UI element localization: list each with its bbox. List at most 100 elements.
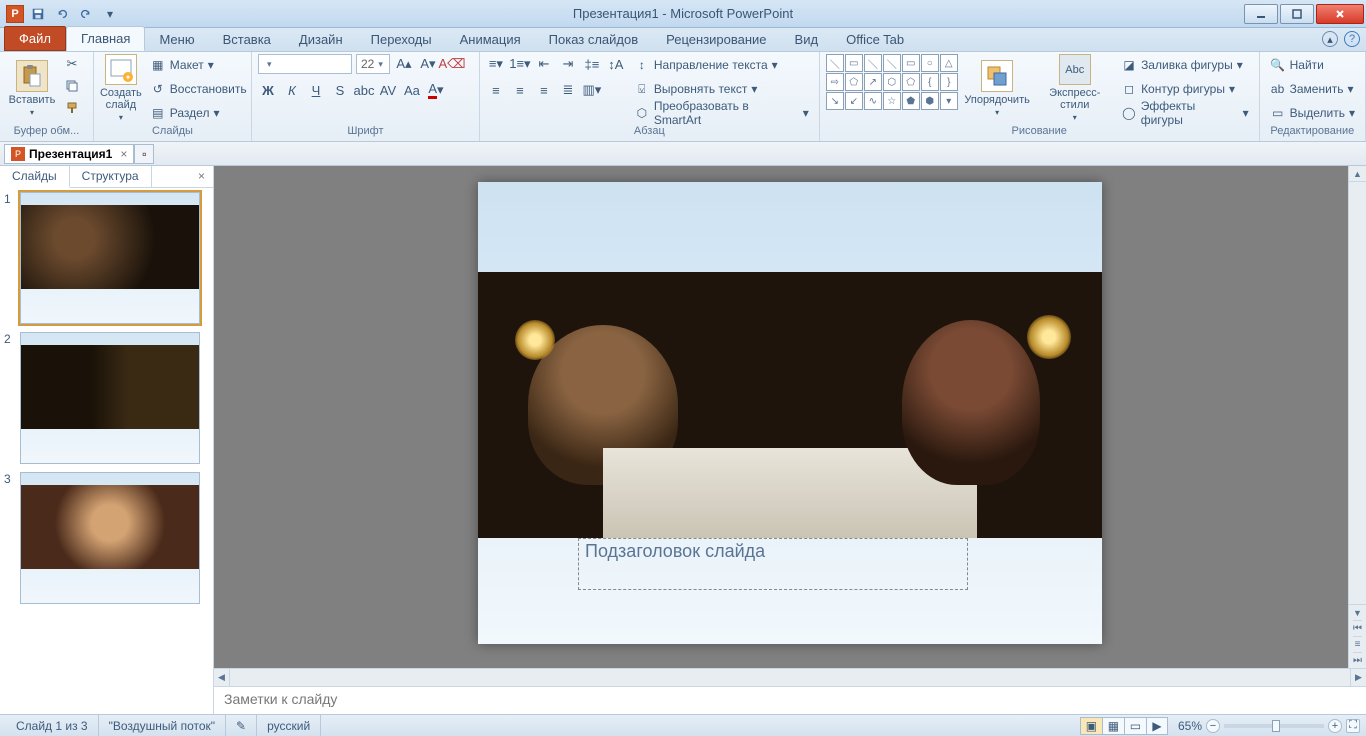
zoom-in-icon[interactable]: + (1328, 719, 1342, 733)
tab-animation[interactable]: Анимация (446, 28, 535, 51)
paste-button[interactable]: Вставить ▾ (6, 54, 58, 122)
replace-button[interactable]: abЗаменить ▾ (1266, 78, 1359, 100)
status-language[interactable]: русский (257, 715, 321, 736)
panel-close-icon[interactable]: × (190, 166, 213, 187)
format-painter-icon[interactable] (62, 98, 82, 118)
thumbnail-3[interactable]: 3 (4, 472, 209, 604)
shape-outline-button[interactable]: ◻Контур фигуры ▾ (1117, 78, 1253, 100)
strike-icon[interactable]: S (330, 80, 350, 100)
shape-effects-button[interactable]: ◯Эффекты фигуры ▾ (1117, 102, 1253, 124)
find-button[interactable]: 🔍Найти (1266, 54, 1359, 76)
notes-pane[interactable]: Заметки к слайду (214, 686, 1366, 714)
case-icon[interactable]: Aa (402, 80, 422, 100)
tab-home[interactable]: Главная (66, 26, 145, 51)
justify-icon[interactable]: ≣ (558, 80, 578, 100)
subtitle-placeholder[interactable]: Подзаголовок слайда (578, 538, 968, 590)
undo-icon[interactable] (52, 4, 72, 24)
view-reading-icon[interactable]: ▭ (1124, 717, 1146, 735)
smartart-button[interactable]: ⬡Преобразовать в SmartArt ▾ (630, 102, 813, 124)
shapes-gallery[interactable]: ＼▭＼＼▭○△ ⇨⬠↗⬡⬠{} ↘↙∿☆⬟⬢▾ (826, 54, 958, 110)
save-icon[interactable] (28, 4, 48, 24)
panel-tab-outline[interactable]: Структура (70, 166, 152, 187)
tab-file[interactable]: Файл (4, 26, 66, 51)
next-slide-icon[interactable]: ⏭ (1353, 652, 1362, 668)
outdent-icon[interactable]: ⇤ (534, 54, 554, 74)
panel-tab-slides[interactable]: Слайды (0, 166, 70, 188)
quick-styles-button[interactable]: Abc Экспресс-стили▾ (1036, 54, 1113, 122)
scroll-up-icon[interactable]: ▲ (1349, 166, 1366, 182)
numbering-icon[interactable]: 1≡▾ (510, 54, 530, 74)
thumbnail-1[interactable]: 1 (4, 192, 209, 324)
section-button[interactable]: ▤Раздел ▾ (146, 102, 251, 124)
zoom-out-icon[interactable]: − (1206, 719, 1220, 733)
fit-window-icon[interactable]: ⛶ (1346, 719, 1360, 733)
tab-menu[interactable]: Меню (145, 28, 208, 51)
new-slide-button[interactable]: ✦ Создать слайд ▾ (100, 54, 142, 122)
align-right-icon[interactable]: ≡ (534, 80, 554, 100)
minimize-button[interactable] (1244, 4, 1278, 24)
cut-icon[interactable]: ✂ (62, 54, 82, 74)
close-tab-icon[interactable]: × (120, 147, 127, 161)
tab-transitions[interactable]: Переходы (357, 28, 446, 51)
zoom-percent[interactable]: 65% (1178, 719, 1202, 733)
vertical-scrollbar[interactable]: ▲ ▼ ⏮≡⏭ (1348, 166, 1366, 668)
scroll-left-icon[interactable]: ◀ (214, 669, 230, 686)
view-normal-icon[interactable]: ▣ (1080, 717, 1102, 735)
indent-icon[interactable]: ⇥ (558, 54, 578, 74)
prev-slide-icon[interactable]: ⏮ (1353, 620, 1362, 636)
font-family-combo[interactable] (258, 54, 352, 74)
status-theme[interactable]: "Воздушный поток" (99, 715, 226, 736)
scroll-right-icon[interactable]: ▶ (1350, 669, 1366, 686)
tab-officetab[interactable]: Office Tab (832, 28, 918, 51)
redo-icon[interactable] (76, 4, 96, 24)
nav-menu-icon[interactable]: ≡ (1353, 636, 1362, 652)
arrange-button[interactable]: Упорядочить▾ (962, 54, 1033, 122)
spacing-icon[interactable]: AV (378, 80, 398, 100)
shadow-icon[interactable]: abc (354, 80, 374, 100)
app-icon[interactable]: P (6, 5, 24, 23)
tab-review[interactable]: Рецензирование (652, 28, 780, 51)
reset-button[interactable]: ↺Восстановить (146, 78, 251, 100)
scroll-down-icon[interactable]: ▼ (1349, 604, 1366, 620)
columns-icon[interactable]: ▥▾ (582, 80, 602, 100)
status-slide-info[interactable]: Слайд 1 из 3 (6, 715, 99, 736)
slide-canvas[interactable]: Подзаголовок слайда ▲ ▼ ⏮≡⏭ (214, 166, 1366, 668)
tab-insert[interactable]: Вставка (209, 28, 285, 51)
align-text-button[interactable]: ⍌Выровнять текст ▾ (630, 78, 813, 100)
copy-icon[interactable] (62, 76, 82, 96)
underline-icon[interactable]: Ч (306, 80, 326, 100)
select-button[interactable]: ▭Выделить ▾ (1266, 102, 1359, 124)
thumbnail-2[interactable]: 2 (4, 332, 209, 464)
shape-fill-button[interactable]: ◪Заливка фигуры ▾ (1117, 54, 1253, 76)
slide-image[interactable] (478, 272, 1102, 538)
help-icon[interactable]: ? (1344, 31, 1360, 47)
status-spellcheck[interactable]: ✎ (226, 715, 257, 736)
zoom-slider[interactable] (1224, 724, 1324, 728)
clear-format-icon[interactable]: A⌫ (442, 54, 462, 74)
ribbon-minimize-icon[interactable]: ▴ (1322, 31, 1338, 47)
font-color-icon[interactable]: A▾ (426, 80, 446, 100)
document-tab[interactable]: P Презентация1 × (4, 144, 134, 164)
close-button[interactable] (1316, 4, 1364, 24)
view-slideshow-icon[interactable]: ▶ (1146, 717, 1168, 735)
horizontal-scrollbar[interactable]: ◀▶ (214, 668, 1366, 686)
new-doc-tab[interactable]: ▫ (134, 144, 154, 164)
align-left-icon[interactable]: ≡ (486, 80, 506, 100)
line-spacing-icon[interactable]: ‡≡ (582, 54, 602, 74)
italic-icon[interactable]: К (282, 80, 302, 100)
bullets-icon[interactable]: ≡▾ (486, 54, 506, 74)
view-sorter-icon[interactable]: ▦ (1102, 717, 1124, 735)
tab-view[interactable]: Вид (781, 28, 833, 51)
tab-slideshow[interactable]: Показ слайдов (535, 28, 653, 51)
bold-icon[interactable]: Ж (258, 80, 278, 100)
layout-button[interactable]: ▦Макет ▾ (146, 54, 251, 76)
text-direction-icon[interactable]: ↕A (606, 54, 626, 74)
font-size-combo[interactable]: 22 (356, 54, 390, 74)
grow-font-icon[interactable]: A▴ (394, 54, 414, 74)
text-direction-button[interactable]: ↕Направление текста ▾ (630, 54, 813, 76)
align-center-icon[interactable]: ≡ (510, 80, 530, 100)
shrink-font-icon[interactable]: A▾ (418, 54, 438, 74)
maximize-button[interactable] (1280, 4, 1314, 24)
qat-customize-icon[interactable]: ▾ (100, 4, 120, 24)
tab-design[interactable]: Дизайн (285, 28, 357, 51)
